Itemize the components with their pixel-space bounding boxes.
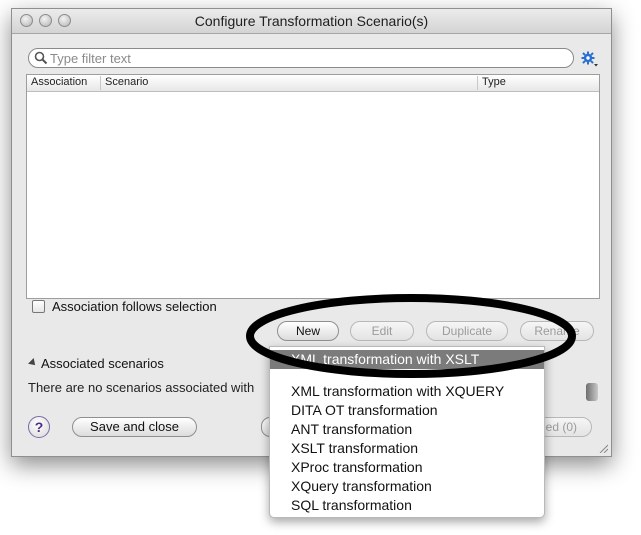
- save-and-close-button[interactable]: Save and close: [72, 417, 197, 437]
- gear-icon[interactable]: [581, 50, 599, 68]
- disclosure-triangle-icon[interactable]: [28, 358, 38, 368]
- menu-item-xml-xquery[interactable]: XML transformation with XQUERY: [270, 382, 544, 401]
- menu-item-xproc[interactable]: XProc transformation: [270, 458, 544, 477]
- association-follows-selection-label[interactable]: Association follows selection: [52, 299, 217, 314]
- column-header-type[interactable]: Type: [478, 76, 599, 90]
- table-header: Association Scenario Type: [27, 75, 599, 92]
- menu-item-ant[interactable]: ANT transformation: [270, 420, 544, 439]
- window-title: Configure Transformation Scenario(s): [194, 13, 429, 29]
- column-header-association[interactable]: Association: [27, 76, 101, 90]
- new-scenario-menu[interactable]: XML transformation with XSLT XML transfo…: [269, 346, 545, 518]
- new-button[interactable]: New: [277, 321, 339, 341]
- menu-item-xquery[interactable]: XQuery transformation: [270, 477, 544, 496]
- edit-button[interactable]: Edit: [350, 321, 414, 341]
- menu-item-xml-xslt[interactable]: XML transformation with XSLT: [270, 350, 544, 369]
- resize-grip-icon[interactable]: [598, 443, 608, 453]
- title-bar[interactable]: Configure Transformation Scenario(s): [12, 9, 611, 34]
- associated-scenarios-label[interactable]: Associated scenarios: [41, 356, 164, 371]
- column-header-scenario[interactable]: Scenario: [101, 76, 478, 90]
- duplicate-button[interactable]: Duplicate: [426, 321, 508, 341]
- associated-scenarios-message: There are no scenarios associated with: [28, 380, 255, 395]
- side-scroll-thumb[interactable]: [586, 383, 598, 401]
- menu-item-xslt[interactable]: XSLT transformation: [270, 439, 544, 458]
- filter-input[interactable]: [50, 50, 550, 66]
- help-icon[interactable]: ?: [28, 416, 50, 438]
- filter-field[interactable]: [28, 48, 574, 68]
- rename-button[interactable]: Rename: [520, 321, 594, 341]
- scenarios-table[interactable]: Association Scenario Type: [26, 74, 600, 299]
- association-follows-selection-checkbox[interactable]: [32, 300, 45, 313]
- menu-item-dita-ot[interactable]: DITA OT transformation: [270, 401, 544, 420]
- search-icon: [34, 51, 48, 65]
- menu-item-sql[interactable]: SQL transformation: [270, 496, 544, 515]
